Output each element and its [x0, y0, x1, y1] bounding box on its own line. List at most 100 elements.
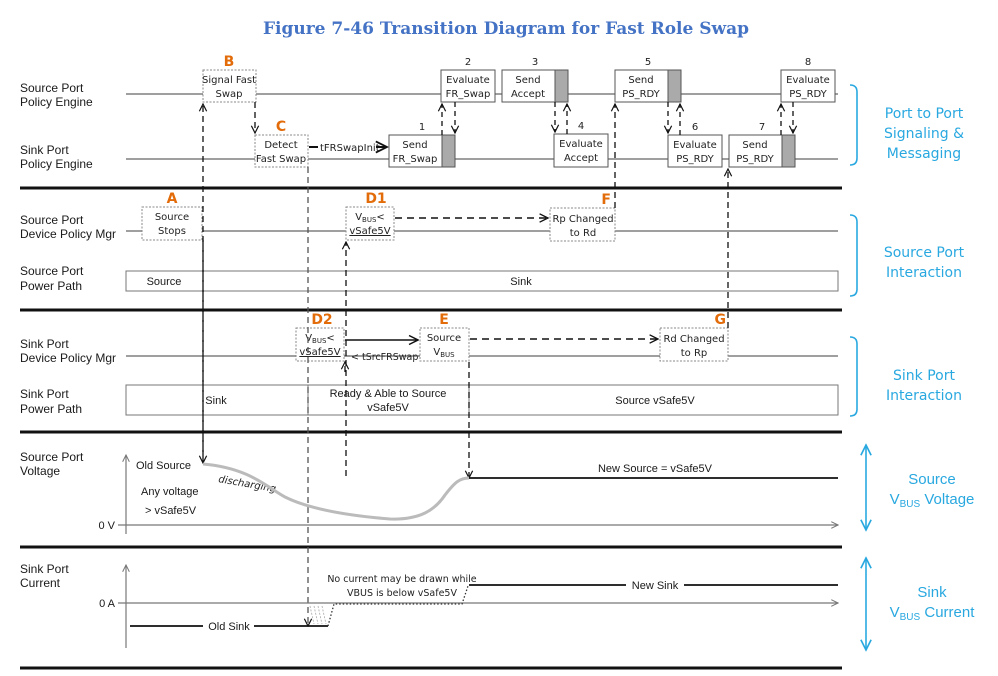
- group-label-source-vbus-1: Source: [908, 471, 956, 488]
- message-transmit-block: [554, 69, 569, 103]
- any-voltage-label-1: Any voltage: [141, 486, 198, 498]
- old-sink-label: Old Sink: [208, 621, 250, 633]
- message-label-2: Accept: [511, 89, 545, 100]
- row-label-source-pe-2: Policy Engine: [20, 95, 93, 109]
- group-label-sink-vbus-2: VBUS Current: [890, 604, 976, 623]
- message-label-1: Evaluate: [559, 139, 603, 150]
- message-transmit-block: [441, 134, 456, 168]
- group-label-signaling-2: Signaling &: [884, 126, 964, 142]
- group-label-source-vbus-2: VBUS Voltage: [890, 491, 975, 510]
- event-label-2: to Rp: [681, 348, 708, 359]
- message-label-1: Evaluate: [786, 75, 830, 86]
- event-label-1: Detect: [264, 140, 297, 151]
- message-transmit-block: [781, 134, 796, 168]
- message-label-1: Send: [628, 75, 653, 86]
- message-number: 5: [645, 57, 651, 68]
- event-letter: E: [439, 312, 449, 328]
- message-label-1: Send: [515, 75, 540, 86]
- group-label-signaling-3: Messaging: [887, 146, 961, 162]
- timer-tsrcfrswap: < tSrcFRSwap: [345, 352, 419, 363]
- event-letter: D1: [365, 191, 386, 207]
- row-label-sink-dpm-2: Device Policy Mgr: [20, 351, 116, 365]
- row-label-source-pe-1: Source Port: [20, 81, 84, 95]
- fast-role-swap-diagram: Figure 7-46 Transition Diagram for Fast …: [20, 19, 976, 670]
- message-label-2: Accept: [564, 153, 598, 164]
- event-label-1: Signal Fast: [202, 75, 256, 86]
- event-letter: A: [167, 191, 178, 207]
- row-labels: Source Port Policy Engine Sink Port Poli…: [20, 81, 116, 590]
- row-label-source-dpm-1: Source Port: [20, 213, 84, 227]
- row-label-source-pp-1: Source Port: [20, 264, 84, 278]
- message-label-1: Send: [402, 140, 427, 151]
- message-label-1: Send: [742, 140, 767, 151]
- message-1-send-fr-swap: 1 Send FR_Swap: [388, 122, 456, 168]
- group-label-sink-interaction-1: Sink Port: [893, 368, 955, 384]
- event-label-1: Rp Changed: [552, 214, 613, 225]
- timelines: [126, 93, 838, 357]
- message-number: 7: [759, 122, 765, 133]
- current-zero-label: 0 A: [99, 598, 116, 610]
- message-arrows: [442, 102, 793, 135]
- message-boxes: 1 Send FR_Swap 2 Evaluate FR_Swap 3 Send…: [388, 57, 836, 168]
- any-voltage-label-2: > vSafe5V: [145, 505, 197, 517]
- group-label-sink-vbus-1: Sink: [917, 584, 947, 601]
- message-number: 1: [419, 122, 425, 133]
- group-label-sink-interaction-2: Interaction: [886, 388, 962, 404]
- event-g-rd-changed-to-rp: G Rd Changed to Rp: [659, 312, 729, 362]
- event-c-detect-fast-swap: C Detect Fast Swap: [254, 119, 309, 168]
- event-label-1: Source: [427, 333, 461, 344]
- message-label-2: PS_RDY: [736, 154, 774, 165]
- new-sink-label: New Sink: [632, 580, 679, 592]
- voltage-discharge-curve: [202, 462, 470, 521]
- message-7-send-ps-rdy: 7 Send PS_RDY: [728, 122, 796, 168]
- event-f-rp-changed-to-rd: F Rp Changed to Rd: [549, 192, 616, 242]
- sink-power-path: Sink Ready & Able to Source vSafe5V Sour…: [125, 384, 839, 416]
- no-current-note-2: VBUS is below vSafe5V: [347, 588, 457, 599]
- event-letter: F: [601, 192, 611, 208]
- power-path-source-vsafe5v: Source vSafe5V: [615, 395, 695, 407]
- power-path-source: Source: [147, 276, 182, 288]
- message-label-2: PS_RDY: [622, 89, 660, 100]
- message-5-send-ps-rdy: 5 Send PS_RDY: [614, 57, 682, 103]
- message-number: 8: [805, 57, 811, 68]
- old-source-label: Old Source: [136, 460, 191, 472]
- event-a-source-stops: A Source Stops: [141, 191, 203, 241]
- group-label-source-interaction-2: Interaction: [886, 265, 962, 281]
- group-label-source-interaction-1: Source Port: [884, 245, 965, 261]
- event-label-2: vSafe5V: [299, 347, 340, 358]
- event-d2-vbus-below-vsafe5v: D2 VBUS< vSafe5V: [295, 312, 345, 362]
- row-label-sink-current-2: Current: [20, 576, 61, 590]
- row-label-sink-pe-1: Sink Port: [20, 143, 69, 157]
- row-label-sink-pp-2: Power Path: [20, 402, 82, 416]
- message-label-2: FR_Swap: [446, 89, 491, 100]
- bracket-icon: [849, 214, 858, 297]
- power-path-ready-2: vSafe5V: [367, 402, 409, 414]
- event-label-2: vSafe5V: [349, 226, 390, 237]
- message-6-evaluate-ps-rdy: 6 Evaluate PS_RDY: [667, 122, 723, 168]
- source-voltage-plot: 0 V Old Source Any voltage > vSafe5V dis…: [98, 455, 838, 534]
- bracket-icon: [849, 336, 858, 417]
- bracket-icon: [849, 84, 858, 166]
- event-letter: B: [224, 54, 235, 70]
- event-b-signal-fast-swap: B Signal Fast Swap: [202, 54, 257, 103]
- event-label-2: to Rd: [570, 228, 597, 239]
- message-label-1: Evaluate: [673, 140, 717, 151]
- event-label-2: Swap: [215, 89, 242, 100]
- new-source-label: New Source = vSafe5V: [598, 463, 713, 475]
- event-label-1: Rd Changed: [663, 334, 724, 345]
- row-label-sink-pp-1: Sink Port: [20, 387, 69, 401]
- message-4-evaluate-accept: 4 Evaluate Accept: [553, 121, 609, 168]
- timer-label: tFRSwapInit: [320, 143, 380, 154]
- event-e-source-vbus: E Source VBUS: [419, 312, 470, 362]
- message-8-evaluate-ps-rdy: 8 Evaluate PS_RDY: [780, 57, 836, 103]
- row-label-sink-pe-2: Policy Engine: [20, 157, 93, 171]
- power-path-ready-1: Ready & Able to Source: [330, 388, 447, 400]
- row-label-source-voltage-2: Voltage: [20, 464, 60, 478]
- message-3-send-accept: 3 Send Accept: [501, 57, 569, 103]
- message-label-2: PS_RDY: [676, 154, 714, 165]
- timer-tfrswapinit: tFRSwapInit: [309, 143, 387, 154]
- current-ramp-hatch: [309, 605, 327, 625]
- message-number: 6: [692, 122, 698, 133]
- row-label-sink-current-1: Sink Port: [20, 562, 69, 576]
- message-2-evaluate-fr-swap: 2 Evaluate FR_Swap: [440, 57, 496, 103]
